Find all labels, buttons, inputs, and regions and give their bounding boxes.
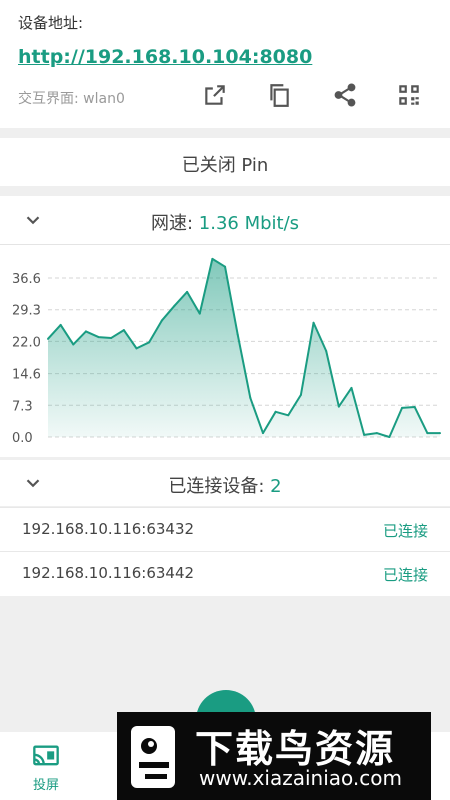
share-icon[interactable]: [330, 80, 360, 110]
speed-point: [274, 410, 277, 413]
speed-point: [160, 319, 163, 322]
speed-point: [135, 347, 138, 350]
device-status: 已连接: [382, 566, 428, 584]
speed-point: [287, 414, 290, 417]
connected-devices-header[interactable]: 已连接设备: 2: [0, 460, 450, 506]
speed-point: [97, 336, 100, 339]
speed-point: [375, 432, 378, 435]
speed-chart: 36.6 29.3 22.0 14.6 7.3 0.0: [12, 257, 441, 446]
device-address-card: 设备地址: http://192.168.10.104:8080 交互界面: w…: [0, 0, 450, 128]
speed-point: [236, 333, 239, 336]
speed-point: [47, 337, 49, 340]
speed-point: [173, 304, 176, 307]
nav-cast-label[interactable]: 投屏: [28, 774, 64, 793]
speed-point: [261, 432, 264, 435]
y-tick-label: 22.0: [12, 335, 41, 350]
speed-point: [224, 265, 227, 268]
y-tick-label: 36.6: [12, 272, 41, 287]
device-address-label: 设备地址:: [18, 14, 84, 32]
speed-point: [426, 432, 429, 435]
y-tick-label: 0.0: [12, 431, 33, 446]
speed-point: [388, 436, 391, 438]
network-speed-value: 1.36 Mbit/s: [198, 213, 300, 234]
speed-point: [110, 336, 113, 339]
watermark: 下载鸟资源 www.xiazainiao.com: [117, 712, 431, 800]
speed-point: [122, 329, 125, 332]
speed-point: [72, 343, 75, 346]
speed-point: [299, 393, 302, 396]
speed-point: [439, 432, 441, 435]
open-external-icon[interactable]: [200, 80, 230, 110]
device-ip: 192.168.10.116:63442: [22, 564, 195, 582]
speed-point: [401, 406, 404, 409]
watermark-title: 下载鸟资源: [195, 727, 396, 771]
speed-chart-card: 36.6 29.3 22.0 14.6 7.3 0.0: [0, 245, 450, 457]
device-ip: 192.168.10.116:63432: [22, 520, 195, 538]
speed-point: [249, 396, 252, 399]
watermark-logo-icon: [131, 726, 175, 788]
pin-status-row[interactable]: 已关闭 Pin: [0, 138, 450, 186]
network-speed-row[interactable]: 网速: 1.36 Mbit/s: [0, 196, 450, 245]
speed-point: [198, 312, 201, 315]
network-speed-label: 网速:: [150, 213, 199, 234]
speed-point: [84, 330, 87, 333]
device-status: 已连接: [382, 522, 428, 540]
connected-devices-count: 2: [270, 476, 282, 497]
copy-icon[interactable]: [264, 80, 294, 110]
speed-point: [186, 290, 189, 293]
device-row[interactable]: 192.168.10.116:63432 已连接: [0, 507, 450, 552]
qr-code-icon[interactable]: [394, 80, 424, 110]
pin-status-text: 已关闭 Pin: [181, 155, 269, 176]
connected-devices-text: 已连接设备: 2: [0, 472, 450, 498]
y-tick-label: 7.3: [12, 399, 33, 414]
speed-point: [350, 386, 353, 389]
watermark-url: www.xiazainiao.com: [199, 766, 402, 790]
network-speed-text: 网速: 1.36 Mbit/s: [0, 209, 450, 235]
speed-point: [148, 341, 151, 344]
speed-point: [325, 349, 328, 352]
interface-label: 交互界面: wlan0: [18, 91, 125, 107]
speed-point: [211, 257, 214, 260]
device-row[interactable]: 192.168.10.116:63442 已连接: [0, 551, 450, 596]
speed-area: [48, 258, 440, 437]
speed-point: [59, 323, 62, 326]
speed-point: [413, 406, 416, 409]
speed-point: [312, 321, 315, 324]
cast-icon[interactable]: [28, 742, 64, 774]
connected-devices-label: 已连接设备:: [168, 476, 271, 497]
y-tick-label: 29.3: [12, 304, 41, 319]
y-tick-label: 14.6: [12, 368, 41, 383]
speed-point: [363, 433, 366, 436]
speed-point: [337, 405, 340, 408]
device-url-link[interactable]: http://192.168.10.104:8080: [18, 46, 312, 68]
